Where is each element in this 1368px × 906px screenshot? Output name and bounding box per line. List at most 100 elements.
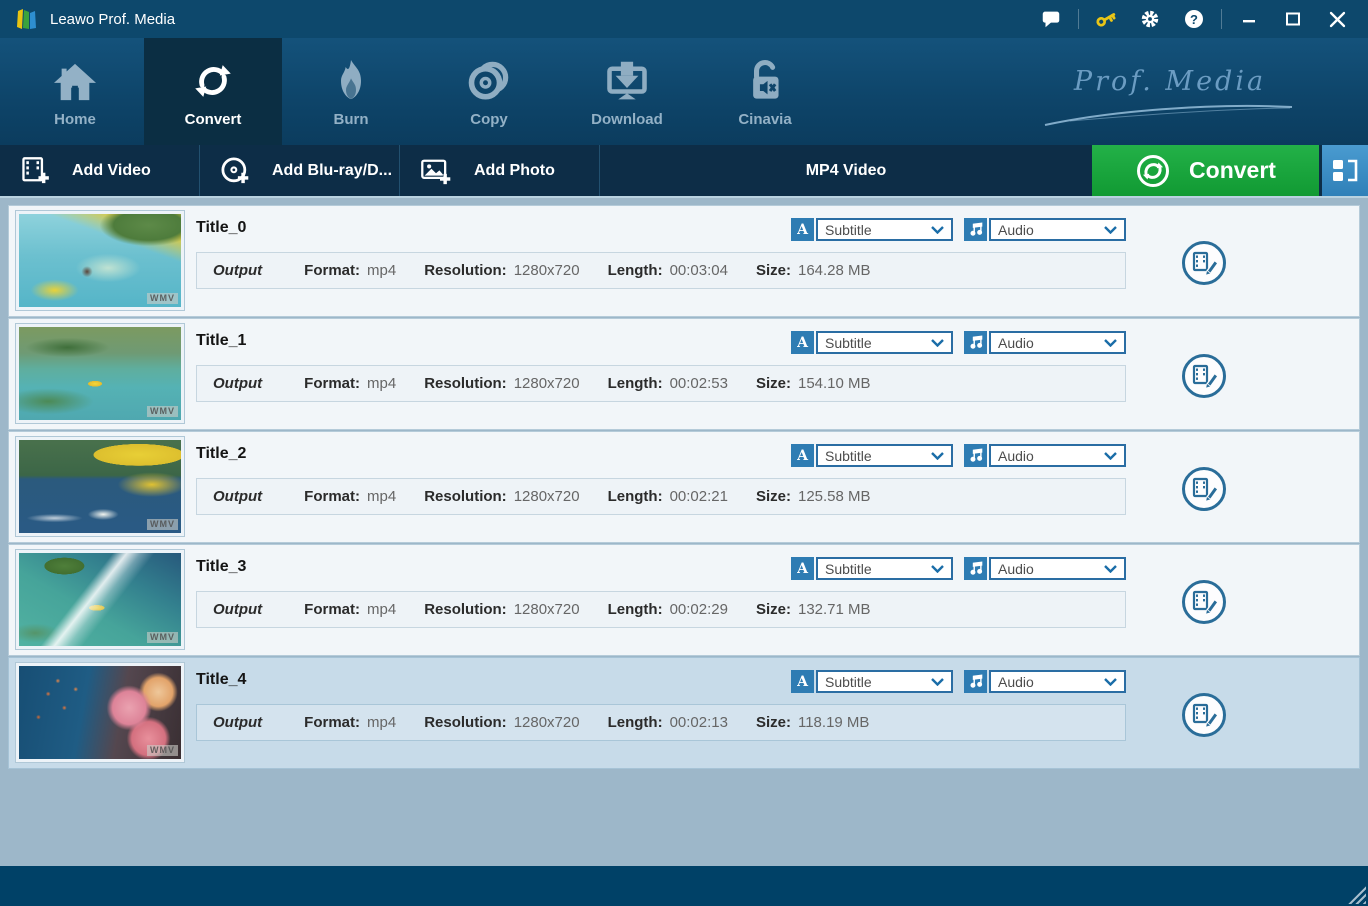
settings-button[interactable] <box>1133 5 1167 33</box>
video-thumbnail[interactable]: WMV <box>16 437 184 536</box>
tab-copy[interactable]: Copy <box>420 38 558 145</box>
close-button[interactable] <box>1320 5 1354 33</box>
minimize-button[interactable] <box>1232 5 1266 33</box>
subtitle-dropdown[interactable]: A Subtitle <box>791 557 953 580</box>
help-icon: ? <box>1185 10 1203 28</box>
watermark: WMV <box>147 745 178 756</box>
tab-convert-label: Convert <box>184 110 242 128</box>
tab-cinavia[interactable]: Cinavia <box>696 38 834 145</box>
watermark: WMV <box>147 293 178 304</box>
subtitle-dropdown[interactable]: A Subtitle <box>791 670 953 693</box>
tab-home[interactable]: Home <box>6 38 144 145</box>
home-icon <box>54 63 96 100</box>
titlebar-separator <box>1221 9 1222 29</box>
maximize-button[interactable] <box>1276 5 1310 33</box>
video-row-title-1[interactable]: WMV Title_1 A Subtitle Audio Output Form… <box>8 318 1360 430</box>
status-bar <box>0 866 1368 906</box>
tab-download[interactable]: Download <box>558 38 696 145</box>
help-button[interactable]: ? <box>1177 5 1211 33</box>
watermark: WMV <box>147 519 178 530</box>
chevron-down-icon <box>931 564 944 573</box>
video-title: Title_0 <box>196 219 247 236</box>
output-label: Output <box>213 262 263 279</box>
add-photo-button[interactable]: Add Photo <box>400 145 600 196</box>
edit-video-button[interactable] <box>1180 578 1228 626</box>
tab-convert[interactable]: Convert <box>144 38 282 145</box>
subtitle-icon: A <box>791 670 814 693</box>
audio-dropdown[interactable]: Audio <box>964 557 1126 580</box>
edit-film-pencil-icon <box>1182 693 1226 737</box>
tab-cinavia-label: Cinavia <box>738 110 792 128</box>
subtitle-dropdown[interactable]: A Subtitle <box>791 218 953 241</box>
edit-video-button[interactable] <box>1180 691 1228 739</box>
subtitle-value: Subtitle <box>825 447 872 464</box>
chevron-down-icon <box>931 225 944 234</box>
audio-value: Audio <box>998 447 1034 464</box>
video-title: Title_1 <box>196 332 247 349</box>
video-thumbnail[interactable]: WMV <box>16 324 184 423</box>
convert-button[interactable]: Convert <box>1092 145 1319 196</box>
video-thumbnail[interactable]: WMV <box>16 211 184 310</box>
subtitle-dropdown[interactable]: A Subtitle <box>791 331 953 354</box>
video-title: Title_2 <box>196 445 247 462</box>
edit-video-button[interactable] <box>1180 465 1228 513</box>
audio-dropdown[interactable]: Audio <box>964 670 1126 693</box>
edit-video-button[interactable] <box>1180 352 1228 400</box>
subtitle-icon: A <box>791 444 814 467</box>
brand-swoosh <box>1044 104 1293 126</box>
tab-home-label: Home <box>54 110 96 128</box>
subtitle-icon: A <box>791 557 814 580</box>
chevron-down-icon <box>1104 677 1117 686</box>
add-video-label: Add Video <box>72 161 151 179</box>
chevron-down-icon <box>1104 338 1117 347</box>
tab-download-label: Download <box>591 110 663 128</box>
toggle-panel-button[interactable] <box>1322 145 1368 196</box>
tab-burn-label: Burn <box>333 110 369 128</box>
audio-value: Audio <box>998 221 1034 238</box>
add-video-button[interactable]: Add Video <box>0 145 200 196</box>
minimize-icon <box>1243 20 1255 23</box>
video-row-title-4[interactable]: WMV Title_4 A Subtitle Audio Output Form… <box>8 657 1360 769</box>
audio-dropdown[interactable]: Audio <box>964 218 1126 241</box>
chevron-down-icon <box>1104 225 1117 234</box>
chevron-down-icon <box>931 451 944 460</box>
brand-script: Prof. Media <box>1040 66 1300 129</box>
video-thumbnail[interactable]: WMV <box>16 550 184 649</box>
convert-icon <box>195 64 231 97</box>
output-format-label: MP4 Video <box>805 161 887 179</box>
output-label: Output <box>213 488 263 505</box>
edit-film-pencil-icon <box>1182 467 1226 511</box>
audio-value: Audio <box>998 673 1034 690</box>
video-thumbnail[interactable]: WMV <box>16 663 184 762</box>
output-info-bar: Output Format: mp4 Resolution: 1280x720 Le… <box>196 365 1126 402</box>
app-window: Leawo Prof. Media ? Home Convert Burn Co… <box>0 0 1368 906</box>
brand-script-text: Prof. Media <box>1073 66 1267 97</box>
video-row-title-0[interactable]: WMV Title_0 A Subtitle Audio Output Form… <box>8 205 1360 317</box>
add-bluray-button[interactable]: Add Blu-ray/D... <box>200 145 400 196</box>
convert-button-icon <box>1137 154 1170 187</box>
resize-grip[interactable] <box>1348 886 1366 904</box>
feedback-button[interactable] <box>1034 5 1068 33</box>
burn-flame-icon <box>341 59 361 99</box>
edit-film-pencil-icon <box>1182 354 1226 398</box>
titlebar-separator <box>1078 9 1079 29</box>
output-format-selector[interactable]: MP4 Video <box>600 145 1092 196</box>
edit-film-pencil-icon <box>1182 580 1226 624</box>
video-title: Title_3 <box>196 558 247 575</box>
toolbar: Add Video Add Blu-ray/D... Add Photo MP4… <box>0 145 1368 198</box>
tab-burn[interactable]: Burn <box>282 38 420 145</box>
audio-dropdown[interactable]: Audio <box>964 444 1126 467</box>
close-icon <box>1329 11 1345 27</box>
subtitle-dropdown[interactable]: A Subtitle <box>791 444 953 467</box>
output-label: Output <box>213 714 263 731</box>
video-row-title-3[interactable]: WMV Title_3 A Subtitle Audio Output Form… <box>8 544 1360 656</box>
edit-video-button[interactable] <box>1180 239 1228 287</box>
register-button[interactable] <box>1089 5 1123 33</box>
output-label: Output <box>213 601 263 618</box>
edit-film-pencil-icon <box>1182 241 1226 285</box>
audio-dropdown[interactable]: Audio <box>964 331 1126 354</box>
subtitle-value: Subtitle <box>825 221 872 238</box>
video-row-title-2[interactable]: WMV Title_2 A Subtitle Audio Output Form… <box>8 431 1360 543</box>
audio-icon <box>964 331 987 354</box>
panel-toggle-icon <box>1333 159 1358 181</box>
